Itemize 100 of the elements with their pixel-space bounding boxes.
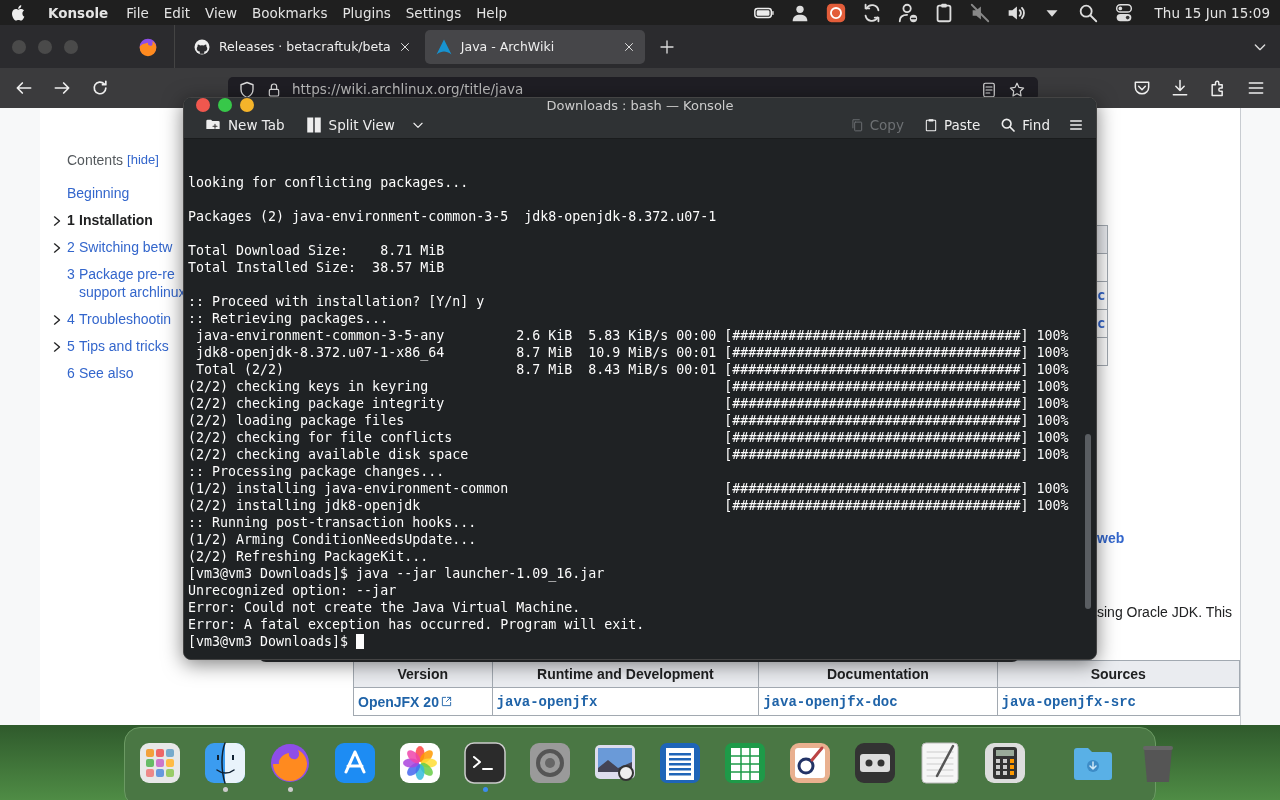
progress-text: [####################################]	[724, 429, 1029, 446]
browser-tab[interactable]: Releases · betacraftuk/beta	[183, 29, 421, 64]
table-link[interactable]: java-openjfx	[492, 687, 759, 716]
column-header: Runtime and Development	[492, 660, 759, 688]
menu-icon[interactable]	[1068, 117, 1084, 133]
section-number: 2	[67, 238, 76, 256]
lock-icon	[266, 80, 282, 99]
download-speed: 10.9 MiB/s	[588, 345, 669, 360]
toc-link[interactable]: Beginning	[67, 184, 130, 202]
menu-item[interactable]: Help	[476, 4, 507, 21]
plus-icon[interactable]	[658, 38, 675, 55]
reload-icon[interactable]	[90, 78, 110, 98]
app-badge-icon[interactable]	[824, 1, 847, 24]
menu-item[interactable]: Bookmarks	[252, 4, 328, 21]
paint-brush-icon[interactable]	[789, 742, 831, 784]
section-number: 6	[67, 364, 76, 382]
menu-item[interactable]: Settings	[405, 4, 462, 21]
terminal-line: Error: Could not create the Java Virtual Machine.	[188, 599, 581, 616]
browser-tab[interactable]: Java - ArchWiki	[424, 29, 645, 64]
toc-link[interactable]: Package pre-re support archlinux	[79, 265, 186, 301]
app-grid-icon[interactable]	[139, 742, 181, 784]
photo-viewer-icon[interactable]	[594, 742, 636, 784]
terminal-line: Error: A fatal exception has occurred. Program will exit.	[188, 616, 645, 633]
app-name[interactable]: Konsole	[48, 4, 109, 21]
menu-item[interactable]: Edit	[163, 4, 190, 21]
contents-heading: Contents	[67, 152, 124, 168]
elapsed-time: 00:01	[676, 362, 717, 377]
gear-icon[interactable]	[529, 742, 571, 784]
muted-speaker-icon[interactable]	[968, 1, 991, 24]
scrollbar-thumb[interactable]	[1085, 434, 1091, 609]
search-icon	[1000, 117, 1017, 133]
terminal-line: Packages (2) java-environment-common-3-5 jdk8-openjdk-8.372.u07-1	[188, 208, 717, 225]
table-link[interactable]: OpenJFX 20	[353, 687, 493, 716]
close-icon[interactable]	[398, 40, 411, 53]
toolbar-button[interactable]: Split View	[300, 112, 399, 138]
maximize-button[interactable]	[218, 98, 232, 112]
link[interactable]: web	[1097, 530, 1240, 546]
clipboard-icon	[923, 117, 938, 133]
cassette-icon[interactable]	[854, 742, 896, 784]
notepad-pen-icon[interactable]	[919, 742, 961, 784]
terminal-line: (1/2) Arming ConditionNeedsUpdate...	[188, 531, 477, 548]
star-icon[interactable]	[1008, 80, 1026, 99]
step-text: (2/2) checking available disk space	[188, 447, 469, 462]
close-button[interactable]	[196, 98, 210, 112]
smiling-face-icon[interactable]	[204, 742, 246, 784]
menu-item[interactable]: Plugins	[342, 4, 391, 21]
step-text: (2/2) checking package integrity	[188, 396, 445, 411]
toolbar-button[interactable]: Paste	[919, 113, 985, 137]
progress-text: [####################################]	[724, 327, 1029, 344]
step-text: (2/2) loading package files	[188, 413, 405, 428]
terminal-line: Total Download Size: 8.71 MiB	[188, 242, 445, 259]
paragraph-text: sing Oracle JDK. This	[1097, 604, 1234, 620]
shell-prompt: [vm3@vm3 Downloads]$	[188, 633, 349, 650]
elapsed-time: 00:01	[676, 345, 717, 360]
toolbar-button[interactable]: Find	[996, 113, 1054, 137]
terminal-line: :: Proceed with installation? [Y/n] y	[188, 293, 485, 310]
shield-icon	[238, 80, 256, 99]
table-link[interactable]: java-openjfx-src	[997, 687, 1240, 716]
download-icon[interactable]	[1170, 78, 1190, 98]
section-number: 5	[67, 337, 76, 355]
toc-link[interactable]: Installation	[79, 211, 153, 229]
toc-link[interactable]: Troubleshootin	[79, 310, 172, 328]
menu-item[interactable]: View	[204, 4, 237, 21]
package-name: Total (2/2)	[196, 362, 285, 377]
hide-link[interactable]: [hide]	[127, 152, 159, 168]
split-view-icon	[304, 116, 323, 134]
flower-icon[interactable]	[399, 742, 441, 784]
calculator-icon[interactable]	[984, 742, 1026, 784]
chevron-right-icon[interactable]	[52, 215, 62, 227]
percent-text: 100%	[1036, 395, 1069, 412]
percent-text: 100%	[1036, 429, 1069, 446]
spreadsheet-icon[interactable]	[724, 742, 766, 784]
chevron-right-icon[interactable]	[52, 341, 62, 353]
percent-text: 100%	[1036, 480, 1069, 497]
progress-text: [####################################]	[724, 344, 1029, 361]
progress-text: [####################################]	[724, 361, 1029, 378]
fox-globe-icon[interactable]	[138, 36, 158, 57]
window-title: Downloads : bash — Konsole	[546, 98, 734, 113]
close-icon[interactable]	[622, 40, 635, 53]
minimize-button[interactable]	[240, 98, 254, 112]
letter-a-icon[interactable]	[334, 742, 376, 784]
chevron-right-icon[interactable]	[52, 314, 62, 326]
terminal-prompt-icon[interactable]	[464, 742, 506, 784]
toc-link[interactable]: Tips and tricks	[79, 337, 169, 355]
clock[interactable]: Thu 15 Jun 15:09	[1154, 4, 1270, 21]
step-text: (2/2) installing jdk8-openjdk	[188, 498, 421, 513]
section-number: 4	[67, 310, 76, 328]
user-remove-icon[interactable]	[896, 1, 919, 24]
elapsed-time: 00:00	[676, 328, 717, 343]
percent-text: 100%	[1036, 446, 1069, 463]
menu-item[interactable]: File	[126, 4, 149, 21]
table-link[interactable]: java-openjfx-doc	[758, 687, 998, 716]
column-header: Version	[353, 660, 493, 688]
document-icon[interactable]	[659, 742, 701, 784]
address-bar[interactable]: https://wiki.archlinux.org/title/java	[228, 76, 1038, 100]
toc-link[interactable]: Switching betw	[79, 238, 173, 256]
reader-view-icon[interactable]	[980, 80, 998, 99]
chevron-right-icon[interactable]	[52, 242, 62, 254]
toc-link[interactable]: See also	[79, 364, 134, 382]
toolbar-button[interactable]: New Tab	[200, 113, 289, 137]
